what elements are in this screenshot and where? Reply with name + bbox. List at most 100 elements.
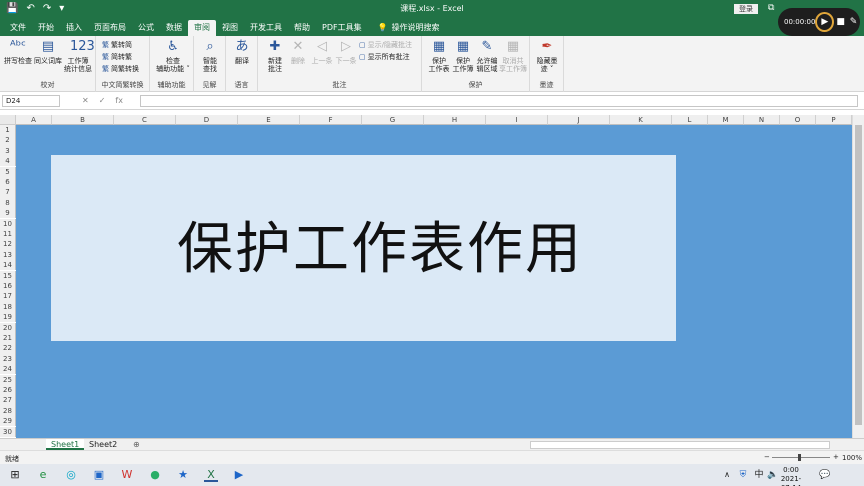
cancel-icon[interactable]: ✕ (82, 96, 89, 105)
pen-icon[interactable]: ✎ (847, 15, 860, 29)
row-header[interactable]: 7 (0, 187, 16, 198)
to-traditional-button[interactable]: 繁繁转简 (102, 40, 132, 50)
insert-function-icon[interactable]: fx (115, 96, 123, 105)
unshare-workbook-button[interactable]: ▦ 取消共 享工作簿 (497, 39, 529, 73)
row-header[interactable]: 16 (0, 281, 16, 292)
ribbon-display-icon[interactable]: ⧉ (768, 3, 774, 13)
wps-icon[interactable]: W (120, 468, 134, 482)
excel-taskbar-icon[interactable]: X (204, 468, 218, 482)
windows-start-icon[interactable]: ⊞ (8, 468, 22, 482)
tab-insert[interactable]: 插入 (60, 20, 88, 36)
row-header[interactable]: 14 (0, 260, 16, 271)
row-header[interactable]: 13 (0, 249, 16, 261)
chinese-conversion-button[interactable]: 繁简繁转换 (102, 64, 139, 74)
tab-formulas[interactable]: 公式 (132, 20, 160, 36)
row-header[interactable]: 30 (0, 426, 16, 437)
row-header[interactable]: 4 (0, 156, 16, 167)
row-header[interactable]: 26 (0, 385, 16, 396)
column-header[interactable]: E (238, 115, 300, 125)
zoom-in-button[interactable]: + (833, 453, 839, 461)
tab-review[interactable]: 审阅 (188, 20, 216, 36)
tab-home[interactable]: 开始 (32, 20, 60, 36)
row-header[interactable]: 21 (0, 333, 16, 344)
previous-comment-button[interactable]: ◁ 上一条 (309, 39, 335, 65)
row-header[interactable]: 20 (0, 322, 16, 333)
column-header[interactable]: C (114, 115, 176, 125)
zoom-out-button[interactable]: − (764, 453, 770, 461)
row-header[interactable]: 22 (0, 343, 16, 354)
system-clock[interactable]: 0:00 2021-07-14 (776, 466, 806, 486)
show-hide-comment-button[interactable]: ▢ 显示/隐藏批注 (359, 40, 412, 50)
workbook-statistics-button[interactable]: 123 工作簿 统计信息 (63, 39, 95, 73)
sheet-tab-sheet2[interactable]: Sheet2 (84, 439, 122, 450)
smart-lookup-button[interactable]: ⌕ 智能 查找 (195, 39, 225, 73)
name-box[interactable]: D24 (2, 95, 60, 107)
row-header[interactable]: 19 (0, 312, 16, 323)
row-header[interactable]: 25 (0, 374, 16, 385)
check-accessibility-button[interactable]: ♿ 检查 辅助功能 ˅ (156, 39, 190, 73)
security-icon[interactable]: ⛨ (736, 468, 750, 482)
star-app-icon[interactable]: ★ (176, 468, 190, 482)
column-header[interactable]: M (708, 115, 744, 125)
column-header[interactable]: P (816, 115, 852, 125)
row-header[interactable]: 23 (0, 353, 16, 365)
row-header[interactable]: 29 (0, 416, 16, 427)
row-header[interactable]: 15 (0, 270, 16, 281)
delete-comment-button[interactable]: ✕ 删除 (285, 39, 311, 65)
translate-button[interactable]: あ 翻译 (227, 39, 257, 65)
edge-browser-icon[interactable]: e (36, 468, 50, 482)
tell-me-search[interactable]: 💡 操作说明搜索 (368, 20, 440, 36)
row-header[interactable]: 2 (0, 135, 16, 146)
column-header[interactable]: O (780, 115, 816, 125)
column-header[interactable]: K (610, 115, 672, 125)
thesaurus-button[interactable]: ▤ 同义词库 (33, 39, 63, 65)
row-header[interactable]: 10 (0, 218, 16, 229)
next-comment-button[interactable]: ▷ 下一条 (333, 39, 359, 65)
zoom-slider[interactable] (772, 454, 830, 461)
row-header[interactable]: 27 (0, 395, 16, 406)
cell-area[interactable]: 保护工作表作用 (16, 125, 852, 438)
stop-icon[interactable]: ■ (834, 15, 847, 29)
vertical-scrollbar[interactable] (852, 115, 864, 438)
spelling-button[interactable]: ᴬᵇᶜ 拼写检查 (3, 39, 33, 65)
tab-developer[interactable]: 开发工具 (244, 20, 288, 36)
tab-page-layout[interactable]: 页面布局 (88, 20, 132, 36)
enter-icon[interactable]: ✓ (99, 96, 106, 105)
sheet-tab-sheet1[interactable]: Sheet1 (46, 439, 85, 450)
row-header[interactable]: 11 (0, 229, 16, 240)
horizontal-scrollbar[interactable] (530, 441, 830, 449)
column-header[interactable]: A (16, 115, 52, 125)
row-header[interactable]: 24 (0, 364, 16, 375)
column-header[interactable]: L (672, 115, 708, 125)
row-header[interactable]: 28 (0, 405, 16, 417)
tab-pdf-tools[interactable]: PDF工具集 (316, 20, 368, 36)
browser-icon[interactable]: ◎ (64, 468, 78, 482)
column-header[interactable]: F (300, 115, 362, 125)
hide-ink-button[interactable]: ✒ 隐藏墨 迹 ˅ (532, 39, 562, 73)
tab-help[interactable]: 帮助 (288, 20, 316, 36)
row-header[interactable]: 6 (0, 177, 16, 188)
zoom-level[interactable]: 100% (842, 454, 862, 462)
select-all-corner[interactable] (0, 115, 16, 125)
add-sheet-icon[interactable]: ⊕ (128, 439, 145, 450)
row-header[interactable]: 12 (0, 239, 16, 250)
tab-view[interactable]: 视图 (216, 20, 244, 36)
chat-icon[interactable]: ● (148, 468, 162, 482)
column-header[interactable]: H (424, 115, 486, 125)
column-header[interactable]: B (52, 115, 114, 125)
chevron-up-icon[interactable]: ∧ (720, 468, 734, 482)
scroll-thumb[interactable] (855, 125, 862, 425)
tab-data[interactable]: 数据 (160, 20, 188, 36)
play-icon[interactable]: ▶ (815, 12, 835, 32)
row-header[interactable]: 17 (0, 291, 16, 302)
row-header[interactable]: 5 (0, 166, 16, 177)
notification-icon[interactable]: 💬 (818, 468, 832, 482)
login-button[interactable]: 登录 (734, 4, 758, 14)
column-header[interactable]: N (744, 115, 780, 125)
column-header[interactable]: D (176, 115, 238, 125)
app-icon[interactable]: ▣ (92, 468, 106, 482)
column-header[interactable]: G (362, 115, 424, 125)
zoom-slider-knob[interactable] (798, 454, 801, 461)
row-header[interactable]: 9 (0, 208, 16, 219)
row-header[interactable]: 18 (0, 301, 16, 313)
